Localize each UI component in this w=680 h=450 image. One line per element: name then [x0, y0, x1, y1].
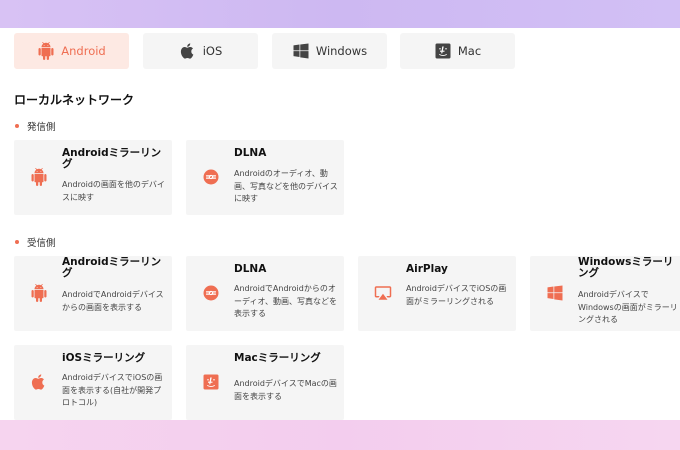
- sender-label: 発信側: [27, 122, 56, 133]
- sender-subheading: 発信側: [14, 119, 56, 133]
- bottom-banner-band: [0, 420, 680, 450]
- card-android-mirroring-sender[interactable]: Androidミラーリング Androidの画面を他のデバイスに映す: [14, 140, 172, 215]
- tab-label: Android: [61, 44, 106, 58]
- card-dlna-sender[interactable]: DLNA Androidのオーディオ、動画、写真などを他のデバイスに映す: [186, 140, 344, 215]
- card-description: AndroidデバイスでiOSの画面がミラーリングされる: [406, 284, 507, 306]
- card-description: Androidの画面を他のデバイスに映す: [62, 180, 165, 202]
- tab-windows[interactable]: Windows: [272, 33, 387, 69]
- card-title: DLNA: [234, 263, 267, 275]
- top-banner-band: [0, 0, 680, 28]
- card-description: AndroidでAndroidデバイスからの画面を表示する: [62, 290, 164, 312]
- card-description: AndroidデバイスでMacの画面を表示する: [234, 379, 337, 401]
- tab-label: iOS: [202, 44, 223, 58]
- card-description: AndroidデバイスでWindowsの画面がミラーリングされる: [578, 290, 678, 324]
- android-icon: [37, 42, 55, 60]
- tab-ios[interactable]: iOS: [143, 33, 258, 69]
- card-title: Macミラーリング: [234, 352, 321, 364]
- section-title: ローカルネットワーク: [14, 93, 135, 107]
- windows-icon: [546, 284, 564, 302]
- dlna-icon: [202, 168, 220, 186]
- tab-label: Mac: [457, 44, 482, 58]
- card-title: AirPlay: [406, 263, 448, 275]
- bullet-dot: [15, 124, 19, 128]
- dlna-icon: [202, 284, 220, 302]
- card-title: Windowsミラーリング: [578, 256, 674, 279]
- windows-icon: [292, 42, 310, 60]
- card-android-mirroring-receiver[interactable]: Androidミラーリング AndroidでAndroidデバイスからの画面を表…: [14, 256, 172, 331]
- bullet-dot: [15, 240, 19, 244]
- android-icon: [30, 168, 48, 186]
- apple-icon: [179, 42, 197, 60]
- android-icon: [30, 284, 48, 302]
- card-description: AndroidでAndroidからのオーディオ、動画、写真などを表示する: [234, 284, 337, 318]
- card-description: Androidのオーディオ、動画、写真などを他のデバイスに映す: [234, 169, 338, 203]
- tab-android[interactable]: Android: [14, 33, 129, 69]
- card-title: iOSミラーリング: [62, 352, 146, 364]
- mac-icon: [434, 42, 452, 60]
- receiver-subheading: 受信側: [14, 235, 56, 249]
- card-ios-mirroring-receiver[interactable]: iOSミラーリング AndroidデバイスでiOSの画面を表示する(自社が開発プ…: [14, 345, 172, 420]
- receiver-label: 受信側: [27, 238, 56, 249]
- card-title: Androidミラーリング: [62, 256, 162, 279]
- tab-mac[interactable]: Mac: [400, 33, 515, 69]
- apple-icon: [30, 373, 48, 391]
- card-description: AndroidデバイスでiOSの画面を表示する(自社が開発プロトコル): [62, 373, 163, 407]
- card-title: Androidミラーリング: [62, 147, 162, 170]
- card-mac-mirroring-receiver[interactable]: Macミラーリング AndroidデバイスでMacの画面を表示する: [186, 345, 344, 420]
- card-windows-mirroring-receiver[interactable]: Windowsミラーリング AndroidデバイスでWindowsの画面がミラー…: [530, 256, 680, 331]
- tab-label: Windows: [315, 44, 368, 58]
- card-airplay-receiver[interactable]: AirPlay AndroidデバイスでiOSの画面がミラーリングされる: [358, 256, 516, 331]
- mac-icon: [202, 373, 220, 391]
- card-title: DLNA: [234, 147, 267, 159]
- card-dlna-receiver[interactable]: DLNA AndroidでAndroidからのオーディオ、動画、写真などを表示す…: [186, 256, 344, 331]
- airplay-icon: [374, 284, 392, 302]
